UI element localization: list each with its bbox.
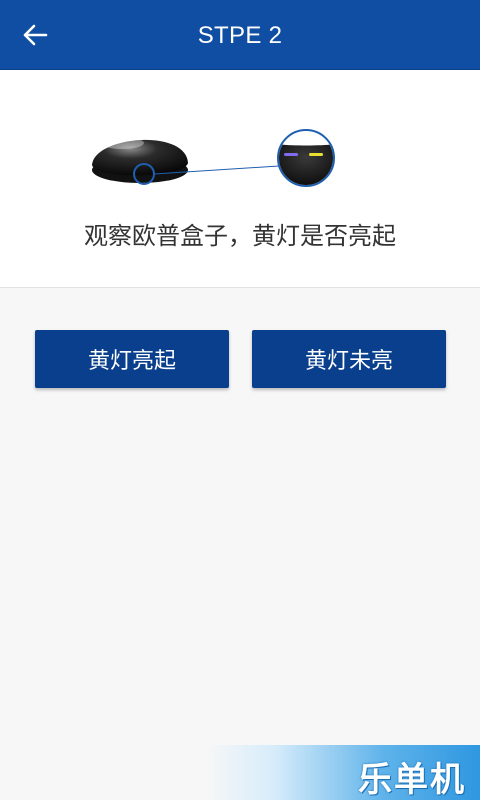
indicator-zoom-view bbox=[277, 129, 335, 187]
instruction-card: 观察欧普盒子，黄灯是否亮起 bbox=[0, 70, 480, 288]
light-on-button[interactable]: 黄灯亮起 bbox=[35, 330, 229, 388]
device-illustration bbox=[92, 129, 335, 187]
watermark-text: 乐单机 bbox=[358, 760, 466, 800]
purple-indicator-light bbox=[284, 153, 298, 156]
instruction-text: 观察欧普盒子，黄灯是否亮起 bbox=[84, 222, 396, 250]
remote-hub-device bbox=[92, 137, 188, 183]
light-off-button[interactable]: 黄灯未亮 bbox=[252, 330, 446, 388]
watermark: 乐单机 bbox=[205, 745, 480, 800]
yellow-indicator-light bbox=[309, 153, 323, 156]
page-title: STPE 2 bbox=[197, 22, 283, 49]
app-root: STPE 2 观察欧普盒子，黄灯是否亮起 黄灯亮起 黄灯未亮 乐单机 bbox=[0, 0, 480, 800]
app-bar: STPE 2 bbox=[0, 0, 480, 70]
